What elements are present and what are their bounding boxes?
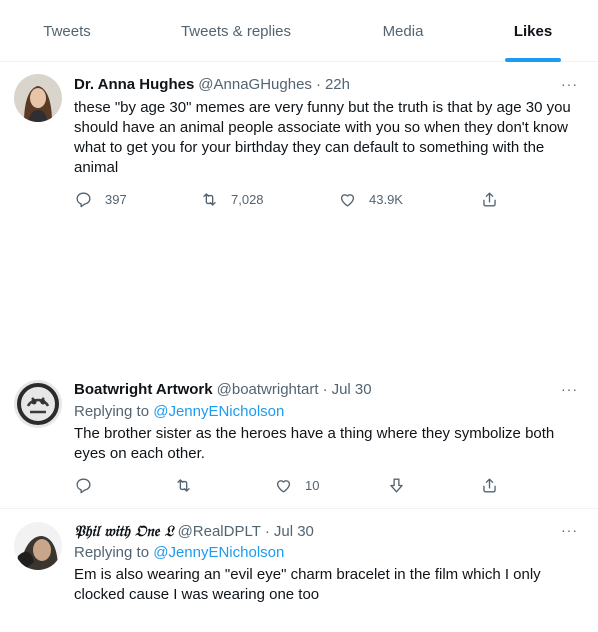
downvote-arrow-icon [390, 478, 403, 493]
author-handle[interactable]: @AnnaGHughes [198, 76, 312, 93]
tweet-text: Em is also wearing an "evil eye" charm b… [74, 566, 541, 603]
tab-media[interactable]: Media [338, 0, 468, 62]
avatar[interactable] [14, 380, 62, 428]
tab-likes[interactable]: Likes [468, 0, 598, 62]
like-count: 43.9K [369, 192, 403, 207]
tweet[interactable]: Boatwright Artwork @boatwrightart · Jul … [0, 366, 598, 508]
reply-count: 397 [105, 192, 127, 207]
retweet-count: 7,028 [231, 192, 264, 207]
mention-link[interactable]: @JennyENicholson [153, 544, 284, 561]
mention-link[interactable]: @JennyENicholson [153, 403, 284, 420]
heart-icon [276, 480, 291, 493]
tweet-timestamp[interactable]: Jul 30 [332, 381, 372, 398]
author-handle[interactable]: @boatwrightart [217, 381, 319, 398]
heart-icon [340, 194, 355, 207]
replying-to-label: Replying to [74, 403, 150, 420]
tweet-timestamp[interactable]: Jul 30 [274, 523, 314, 540]
author-name[interactable]: Dr. Anna Hughes [74, 76, 194, 93]
retweet-button[interactable]: 7,028 [200, 190, 264, 209]
avatar-image [14, 522, 62, 570]
tab-media-label: Media [382, 22, 424, 40]
tweet-header: Dr. Anna Hughes @AnnaGHughes · 22h [74, 76, 350, 93]
share-icon [483, 478, 496, 493]
avatar-image [14, 380, 62, 428]
more-options-icon[interactable]: ··· [561, 522, 578, 538]
separator-dot: · [315, 76, 321, 93]
profile-tabs: Tweets Tweets & replies Media Likes [0, 0, 598, 62]
like-button[interactable]: 43.9K [338, 190, 403, 209]
tweet-header: 𝔓𝔥𝔦𝔩 𝔴𝔦𝔱𝔥 𝔒𝔫𝔢 𝔏 @RealDPLT · Jul 30 [74, 522, 314, 540]
replying-to-label: Replying to [74, 544, 150, 561]
replying-to: Replying to @JennyENicholson [74, 403, 284, 420]
retweet-button[interactable] [174, 476, 193, 495]
tab-tweets[interactable]: Tweets [0, 0, 134, 62]
tab-tweets-replies-label: Tweets & replies [180, 22, 292, 40]
avatar[interactable] [14, 74, 62, 122]
separator-dot: · [322, 381, 328, 398]
tweet-actions: 10 [74, 476, 584, 496]
more-options-icon[interactable]: ··· [561, 76, 578, 92]
tweet-text: The brother sister as the heroes have a … [74, 425, 555, 462]
tweet-header: Boatwright Artwork @boatwrightart · Jul … [74, 381, 372, 398]
tab-tweets-replies[interactable]: Tweets & replies [134, 0, 338, 62]
author-handle[interactable]: @RealDPLT [178, 523, 261, 540]
tab-tweets-label: Tweets [43, 22, 91, 40]
share-icon [483, 192, 496, 207]
tweet-actions: 397 7,028 43.9K [74, 190, 584, 210]
tweet[interactable]: Dr. Anna Hughes @AnnaGHughes · 22h ··· t… [0, 62, 598, 352]
retweet-icon [203, 193, 216, 206]
replying-to: Replying to @JennyENicholson [74, 544, 284, 561]
author-name[interactable]: Boatwright Artwork [74, 381, 213, 398]
reply-button[interactable] [74, 476, 93, 495]
retweet-icon [177, 479, 190, 492]
avatar-image [14, 74, 62, 122]
more-options-icon[interactable]: ··· [561, 381, 578, 397]
reply-icon [76, 192, 91, 208]
author-name[interactable]: 𝔓𝔥𝔦𝔩 𝔴𝔦𝔱𝔥 𝔒𝔫𝔢 𝔏 [74, 522, 174, 540]
tweet[interactable]: 𝔓𝔥𝔦𝔩 𝔴𝔦𝔱𝔥 𝔒𝔫𝔢 𝔏 @RealDPLT · Jul 30 ··· R… [0, 509, 598, 632]
share-button[interactable] [480, 190, 499, 209]
share-button[interactable] [480, 476, 499, 495]
reply-button[interactable]: 397 [74, 190, 127, 209]
reply-icon [76, 478, 91, 494]
tweet-text: these "by age 30" memes are very funny b… [74, 99, 571, 176]
separator-dot: · [264, 523, 270, 540]
like-button[interactable]: 10 [274, 476, 319, 495]
like-count: 10 [305, 478, 320, 493]
tweet-timestamp[interactable]: 22h [325, 76, 350, 93]
avatar[interactable] [14, 522, 62, 570]
tab-likes-label: Likes [513, 22, 553, 40]
downvote-button[interactable] [387, 476, 406, 495]
